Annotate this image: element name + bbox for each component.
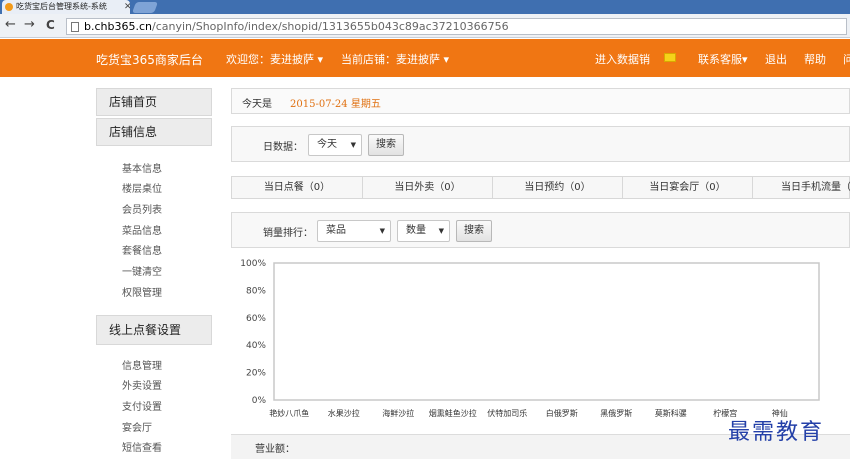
today-date: 2015-07-24 星期五 xyxy=(290,99,381,110)
url-host: b.chb365.cn xyxy=(84,20,152,33)
x-tick-label: 水果沙拉 xyxy=(328,408,360,418)
sidebar-item-payment-settings[interactable]: 支付设置 xyxy=(122,398,162,413)
sidebar-shop-home[interactable]: 店铺首页 xyxy=(96,88,212,116)
forward-icon[interactable]: → xyxy=(24,17,35,33)
back-icon[interactable]: ← xyxy=(5,17,16,33)
url-text: b.chb365.cn/canyin/ShopInfo/index/shopid… xyxy=(84,20,509,33)
ranking-metric-select[interactable]: 数量 ▼ xyxy=(397,220,450,242)
y-tick-label: 0% xyxy=(252,396,267,406)
sidebar-item-dish-info[interactable]: 菜品信息 xyxy=(122,222,162,237)
plot-area xyxy=(273,262,820,401)
stat-dine-in: 当日点餐（0） xyxy=(232,177,363,198)
day-select[interactable]: 今天 ▼ xyxy=(308,134,362,156)
ranking-category-value: 菜品 xyxy=(326,225,346,236)
enter-data-link[interactable]: 进入数据销 xyxy=(595,51,650,67)
sidebar-item-combo-info[interactable]: 套餐信息 xyxy=(122,242,162,257)
ranking-search-button[interactable]: 搜索 xyxy=(456,220,492,242)
stat-banquet: 当日宴会厅（0） xyxy=(623,177,753,198)
current-shop-menu[interactable]: 当前店铺：麦进披萨 ▾ xyxy=(341,51,449,67)
y-tick-label: 20% xyxy=(246,369,266,379)
contact-support-menu[interactable]: 联系客服▾ xyxy=(698,51,748,67)
sidebar-item-clear-all[interactable]: 一键清空 xyxy=(122,263,162,278)
sidebar-item-permissions[interactable]: 权限管理 xyxy=(122,284,162,299)
x-tick-label: 烟熏鲑鱼沙拉 xyxy=(429,408,477,418)
sidebar-shop-info[interactable]: 店铺信息 xyxy=(96,118,212,146)
reload-icon[interactable]: C xyxy=(46,17,55,33)
message-icon[interactable] xyxy=(664,53,676,62)
stat-mobile-traffic: 当日手机流量（0 xyxy=(781,182,850,193)
ranking-metric-value: 数量 xyxy=(406,225,426,236)
daily-stats-row: 当日点餐（0） 当日外卖（0） 当日预约（0） 当日宴会厅（0） 当日手机流量（… xyxy=(231,176,850,199)
x-tick-label: 莫斯科骡 xyxy=(655,408,687,418)
y-tick-label: 100% xyxy=(240,259,266,269)
sidebar-item-member-list[interactable]: 会员列表 xyxy=(122,201,162,216)
daily-search-button[interactable]: 搜索 xyxy=(368,134,404,156)
chevron-down-icon: ▼ xyxy=(438,227,444,235)
watermark-logo: 最需教育 xyxy=(728,420,825,445)
url-path: /canyin/ShopInfo/index/shopid/1313655b04… xyxy=(152,20,509,33)
today-label: 今天是 xyxy=(242,99,272,110)
ranking-panel: 销量排行： 菜品 ▼ 数量 ▼ 搜索 xyxy=(231,212,850,248)
daily-data-panel: 日数据： 今天 ▼ 搜索 xyxy=(231,126,850,162)
sidebar-online-order[interactable]: 线上点餐设置 xyxy=(96,315,212,345)
logout-link[interactable]: 退出 xyxy=(765,51,787,67)
x-tick-label: 伏特加司乐 xyxy=(487,408,527,418)
x-tick-label: 白俄罗斯 xyxy=(546,408,578,418)
page-icon xyxy=(71,22,79,32)
sidebar-item-banquet-hall[interactable]: 宴会厅 xyxy=(122,419,152,434)
browser-tab-bar: 吃货宝后台管理系统-系统 ✕ xyxy=(0,0,850,14)
sales-ranking-chart: 100% 80% 60% 40% 20% 0%艳妙八爪鱼 水果沙拉 海鲜沙拉 烟熏鲑鱼沙拉 伏特加… xyxy=(240,259,820,418)
chevron-down-icon: ▼ xyxy=(379,227,385,235)
more-link[interactable]: 问 xyxy=(843,51,850,67)
x-tick-label: 艳妙八爪鱼 xyxy=(269,408,309,418)
new-tab-button[interactable] xyxy=(131,2,159,13)
favicon-icon xyxy=(5,3,13,11)
welcome-user-menu[interactable]: 欢迎您：麦进披萨 ▾ xyxy=(226,51,323,67)
revenue-label: 营业额： xyxy=(255,444,295,455)
brand-title: 吃货宝365商家后台 xyxy=(96,53,203,67)
stat-takeout: 当日外卖（0） xyxy=(363,177,493,198)
address-bar[interactable]: b.chb365.cn/canyin/ShopInfo/index/shopid… xyxy=(66,18,847,35)
y-tick-label: 60% xyxy=(246,314,266,324)
day-select-value: 今天 xyxy=(317,139,337,150)
browser-tab[interactable]: 吃货宝后台管理系统-系统 ✕ xyxy=(2,0,130,14)
x-tick-label: 黑俄罗斯 xyxy=(600,408,632,418)
x-tick-label: 海鲜沙拉 xyxy=(382,408,414,418)
today-bar: 今天是 2015-07-24 星期五 xyxy=(231,88,850,114)
close-icon[interactable]: ✕ xyxy=(124,0,130,14)
sidebar-item-basic-info[interactable]: 基本信息 xyxy=(122,160,162,175)
y-tick-label: 40% xyxy=(246,341,266,351)
stat-reservation: 当日预约（0） xyxy=(493,177,623,198)
help-link[interactable]: 帮助 xyxy=(804,51,826,67)
ranking-label: 销量排行： xyxy=(263,228,313,239)
top-header: 吃货宝365商家后台 欢迎您：麦进披萨 ▾ 当前店铺：麦进披萨 ▾ 进入数据销 … xyxy=(0,39,850,77)
sidebar-item-info-manage[interactable]: 信息管理 xyxy=(122,357,162,372)
sidebar-item-floor-tables[interactable]: 楼层桌位 xyxy=(122,180,162,195)
y-tick-label: 80% xyxy=(246,286,266,296)
daily-data-label: 日数据： xyxy=(263,142,303,153)
tab-title: 吃货宝后台管理系统-系统 xyxy=(16,2,107,11)
sidebar-item-takeout-settings[interactable]: 外卖设置 xyxy=(122,377,162,392)
chevron-down-icon: ▼ xyxy=(350,141,356,149)
sidebar-item-sms-view[interactable]: 短信查看 xyxy=(122,439,162,454)
ranking-category-select[interactable]: 菜品 ▼ xyxy=(317,220,391,242)
